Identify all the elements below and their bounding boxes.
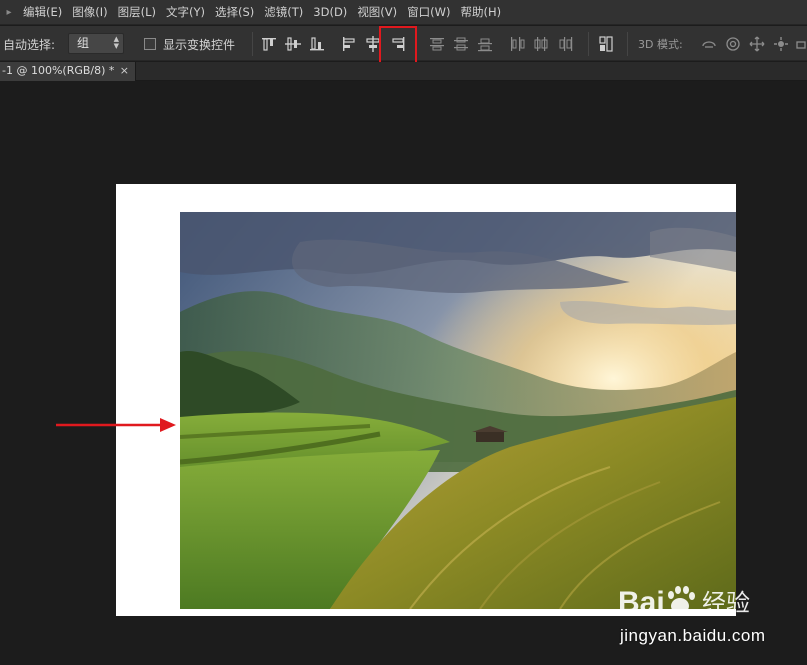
pointer-arrow-icon <box>56 418 176 432</box>
3d-rotate-icon[interactable] <box>700 35 718 53</box>
distribute-right-icon[interactable] <box>556 35 574 53</box>
svg-text:经验: 经验 <box>702 589 750 617</box>
auto-select-value: 组 <box>77 36 90 50</box>
auto-select-dropdown[interactable]: 组 ▲ ▼ <box>68 33 124 54</box>
3d-roll-icon[interactable] <box>724 35 742 53</box>
align-bottom-edges-icon[interactable] <box>308 35 326 53</box>
document-tab-title: -1 @ 100%(RGB/8) * <box>2 64 115 77</box>
updown-arrows-icon: ▲ ▼ <box>113 35 119 50</box>
distribute-vertical-centers-icon[interactable] <box>452 35 470 53</box>
distribute-top-icon[interactable] <box>428 35 446 53</box>
auto-align-layers-icon[interactable] <box>597 35 615 53</box>
auto-select-label: 自动选择: <box>3 38 56 52</box>
baidu-jingyan-logo: Bai 经验 <box>618 578 768 622</box>
landscape-photo-layer[interactable] <box>180 212 736 609</box>
document-tab[interactable]: -1 @ 100%(RGB/8) * × <box>0 62 136 81</box>
menu-layer[interactable]: 图层(L) <box>113 0 161 25</box>
3d-scale-icon[interactable] <box>795 35 807 53</box>
menu-bar: ▸ 编辑(E) 图像(I) 图层(L) 文字(Y) 选择(S) 滤镜(T) 3D… <box>0 0 807 25</box>
close-icon[interactable]: × <box>120 62 129 80</box>
menu-overflow-icon[interactable]: ▸ <box>0 0 18 25</box>
menu-help[interactable]: 帮助(H) <box>456 0 507 25</box>
menu-view[interactable]: 视图(V) <box>352 0 402 25</box>
3d-drag-icon[interactable] <box>748 35 766 53</box>
menu-3d[interactable]: 3D(D) <box>308 0 352 25</box>
menu-image[interactable]: 图像(I) <box>67 0 112 25</box>
menu-filter[interactable]: 滤镜(T) <box>259 0 308 25</box>
3d-mode-label: 3D 模式: <box>638 38 683 51</box>
distribute-bottom-icon[interactable] <box>476 35 494 53</box>
document-tab-bar: -1 @ 100%(RGB/8) * × <box>0 62 807 81</box>
toolbar-divider <box>588 32 589 56</box>
menu-window[interactable]: 窗口(W) <box>402 0 455 25</box>
toolbar-divider <box>252 32 253 56</box>
distribute-left-icon[interactable] <box>508 35 526 53</box>
align-vertical-centers-icon[interactable] <box>284 35 302 53</box>
align-top-edges-icon[interactable] <box>260 35 278 53</box>
show-transform-checkbox[interactable] <box>144 38 156 50</box>
toolbar-divider <box>627 32 628 56</box>
menu-edit[interactable]: 编辑(E) <box>18 0 67 25</box>
3d-slide-icon[interactable] <box>772 35 790 53</box>
menu-type[interactable]: 文字(Y) <box>161 0 210 25</box>
show-transform-label: 显示变换控件 <box>163 38 236 52</box>
highlight-frame <box>379 26 417 67</box>
svg-text:Bai: Bai <box>618 586 665 619</box>
watermark-url: jingyan.baidu.com <box>620 626 766 645</box>
distribute-horizontal-centers-icon[interactable] <box>532 35 550 53</box>
align-left-edges-icon[interactable] <box>340 35 358 53</box>
menu-select[interactable]: 选择(S) <box>210 0 259 25</box>
